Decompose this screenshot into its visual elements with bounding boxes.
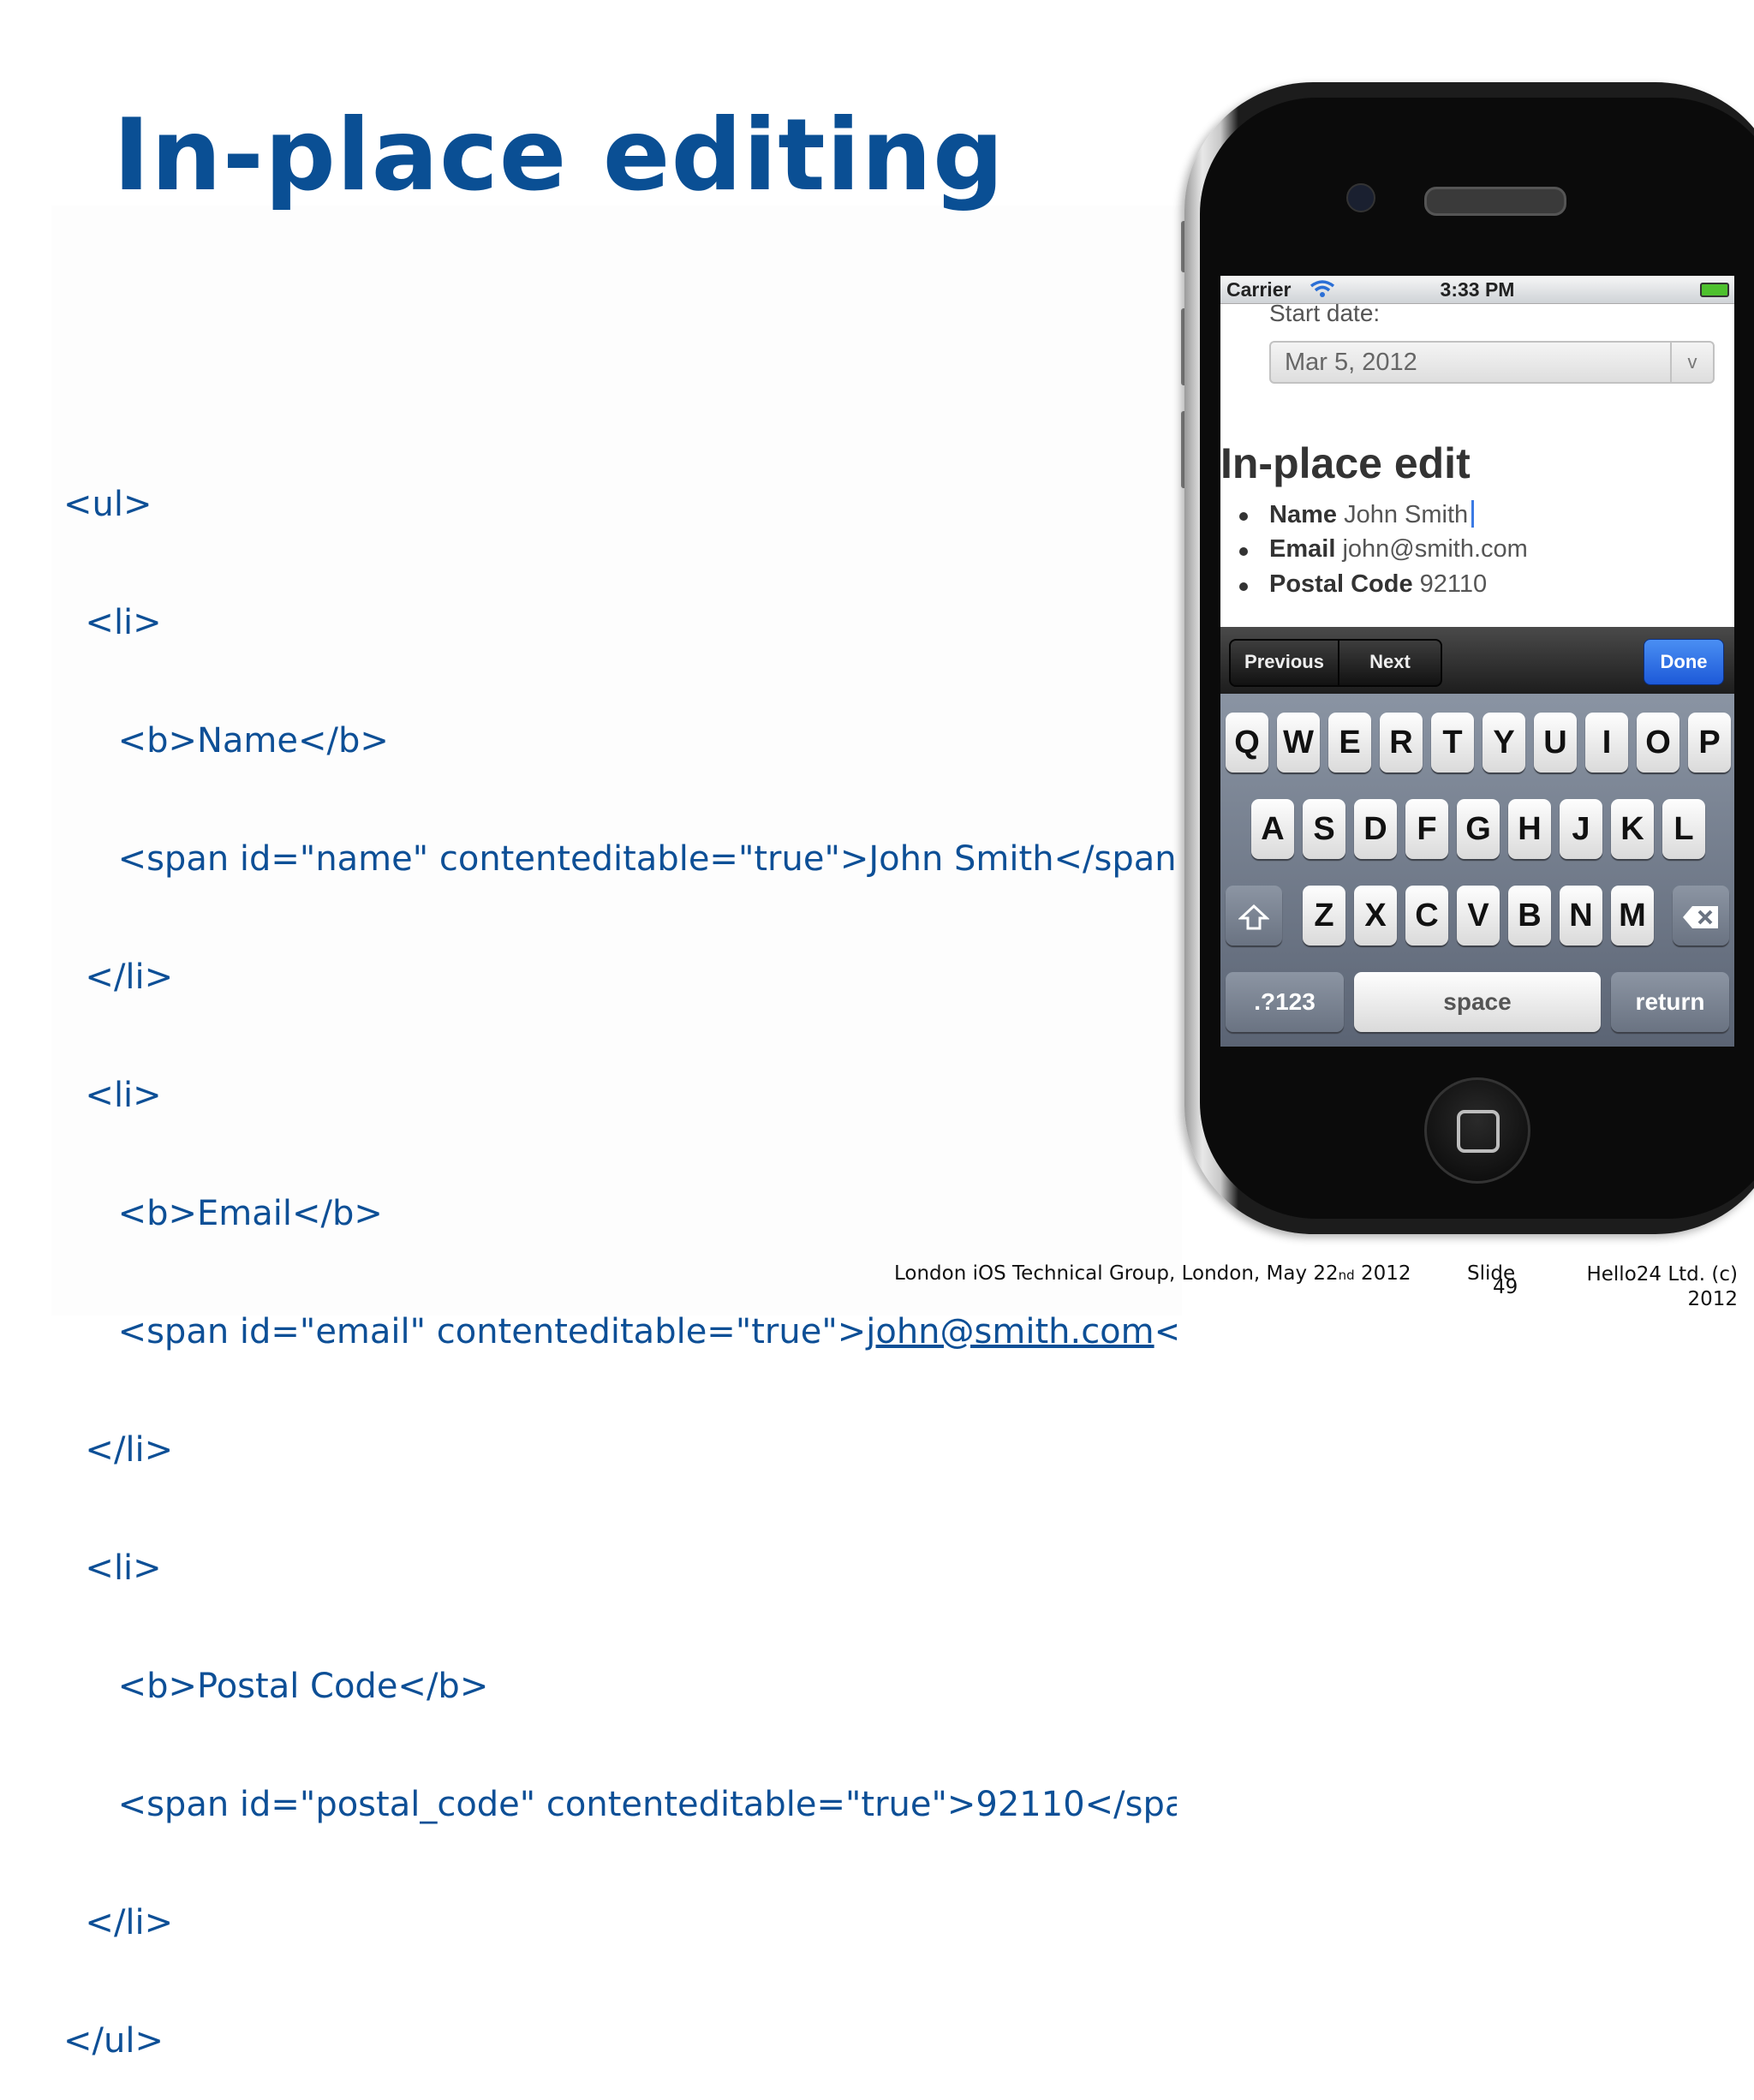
code-line: <li>: [63, 603, 162, 642]
keyboard: Q W E R T Y U I O P A S D F G H J K L Z …: [1220, 694, 1734, 1047]
key-b[interactable]: B: [1508, 886, 1551, 946]
list-item-email: Email john@smith.com: [1231, 535, 1528, 570]
footer-year: 2012: [1361, 1262, 1411, 1285]
slide-title: In-place editing: [113, 98, 1005, 213]
key-e[interactable]: E: [1328, 713, 1371, 773]
code-line: <b>Email</b>: [63, 1194, 383, 1233]
field-label: Name: [1269, 501, 1337, 528]
field-label: Postal Code: [1269, 570, 1413, 598]
code-line: <li>: [63, 1548, 162, 1588]
key-p[interactable]: P: [1688, 713, 1731, 773]
edit-list: Name John Smith Email john@smith.com Pos…: [1231, 500, 1528, 606]
email-link[interactable]: john@smith.com: [866, 1312, 1154, 1351]
next-button[interactable]: Next: [1339, 641, 1441, 685]
edit-heading: In-place edit: [1220, 439, 1471, 487]
key-l[interactable]: L: [1662, 799, 1705, 859]
key-r[interactable]: R: [1380, 713, 1423, 773]
key-q[interactable]: Q: [1226, 713, 1268, 773]
code-line: <span id="postal_code" contenteditable="…: [63, 1785, 1177, 1824]
key-w[interactable]: W: [1277, 713, 1320, 773]
key-y[interactable]: Y: [1483, 713, 1525, 773]
code-line-email: <span id="email" contenteditable="true">…: [63, 1312, 1177, 1351]
key-t[interactable]: T: [1431, 713, 1474, 773]
home-button[interactable]: [1424, 1077, 1530, 1184]
key-z[interactable]: Z: [1303, 886, 1345, 946]
key-i[interactable]: I: [1585, 713, 1628, 773]
start-date-label: Start date:: [1269, 300, 1381, 326]
code-line: <b>Postal Code</b>: [63, 1667, 489, 1706]
key-m[interactable]: M: [1611, 886, 1654, 946]
key-d[interactable]: D: [1354, 799, 1397, 859]
code-line: </li>: [63, 1430, 174, 1470]
key-k[interactable]: K: [1611, 799, 1654, 859]
prev-next-control: Previous Next: [1229, 639, 1442, 687]
key-h[interactable]: H: [1508, 799, 1551, 859]
code-line: </ul>: [63, 2021, 164, 2061]
key-f[interactable]: F: [1405, 799, 1448, 859]
key-c[interactable]: C: [1405, 886, 1448, 946]
space-key[interactable]: space: [1354, 972, 1601, 1032]
front-camera-icon: [1346, 183, 1375, 212]
text-cursor: [1471, 500, 1475, 528]
postal-code-editable[interactable]: 92110: [1420, 570, 1488, 598]
previous-button[interactable]: Previous: [1231, 641, 1339, 685]
code-line: </li>: [63, 1903, 174, 1942]
backspace-icon: [1683, 905, 1718, 928]
key-a[interactable]: A: [1251, 799, 1294, 859]
bullet-icon: [1239, 512, 1248, 521]
key-o[interactable]: O: [1637, 713, 1679, 773]
earpiece-speaker: [1424, 187, 1566, 216]
footer-copyright: Hello24 Ltd. (c) 2012: [1586, 1262, 1738, 1312]
status-time: 3:33 PM: [1440, 278, 1515, 301]
code-sample: <ul> <li> <b>Name</b> <span id="name" co…: [63, 406, 1177, 2100]
field-label: Email: [1269, 535, 1336, 563]
email-editable[interactable]: john@smith.com: [1342, 535, 1527, 563]
battery-icon: [1700, 283, 1729, 297]
footer-event: London iOS Technical Group, London, May …: [894, 1262, 1411, 1285]
footer-event-suffix: nd: [1338, 1268, 1355, 1283]
list-item-name: Name John Smith: [1231, 500, 1528, 535]
home-square-icon: [1457, 1110, 1500, 1153]
code-line: <b>Name</b>: [63, 721, 389, 761]
code-line: </li>: [63, 958, 174, 997]
footer-slide-number: 49: [1493, 1276, 1518, 1298]
list-item-postal-code: Postal Code 92110: [1231, 570, 1528, 606]
footer-event-text: London iOS Technical Group, London, May …: [894, 1262, 1339, 1285]
key-x[interactable]: X: [1354, 886, 1397, 946]
footer-copyright-line1: Hello24 Ltd. (c): [1586, 1263, 1738, 1286]
bullet-icon: [1239, 547, 1248, 556]
key-v[interactable]: V: [1457, 886, 1500, 946]
code-line: <span id="name" contenteditable="true">J…: [63, 839, 1177, 879]
shift-icon: [1238, 904, 1270, 930]
name-editable[interactable]: John Smith: [1344, 501, 1468, 528]
key-u[interactable]: U: [1534, 713, 1577, 773]
code-text: <span id="email" contenteditable="true">: [63, 1312, 867, 1351]
code-line: <ul>: [63, 485, 152, 524]
key-s[interactable]: S: [1303, 799, 1345, 859]
backspace-key[interactable]: [1673, 886, 1729, 946]
done-button[interactable]: Done: [1644, 639, 1724, 685]
shift-key[interactable]: [1226, 886, 1282, 946]
return-key[interactable]: return: [1611, 972, 1729, 1032]
key-j[interactable]: J: [1560, 799, 1602, 859]
key-g[interactable]: G: [1457, 799, 1500, 859]
footer-copyright-line2: 2012: [1687, 1288, 1738, 1310]
code-line: <li>: [63, 1076, 162, 1115]
code-text: </span>: [1154, 1312, 1177, 1351]
chevron-down-icon: v: [1670, 343, 1713, 382]
start-date-select[interactable]: Mar 5, 2012 v: [1269, 341, 1715, 384]
phone-screen: Carrier 3:33 PM Start date: Mar 5, 2012 …: [1220, 276, 1734, 1047]
key-n[interactable]: N: [1560, 886, 1602, 946]
date-value: Mar 5, 2012: [1285, 349, 1417, 376]
keyboard-accessory-bar: Previous Next Done: [1220, 627, 1734, 694]
bullet-icon: [1239, 582, 1248, 591]
numbers-key[interactable]: .?123: [1226, 972, 1344, 1032]
